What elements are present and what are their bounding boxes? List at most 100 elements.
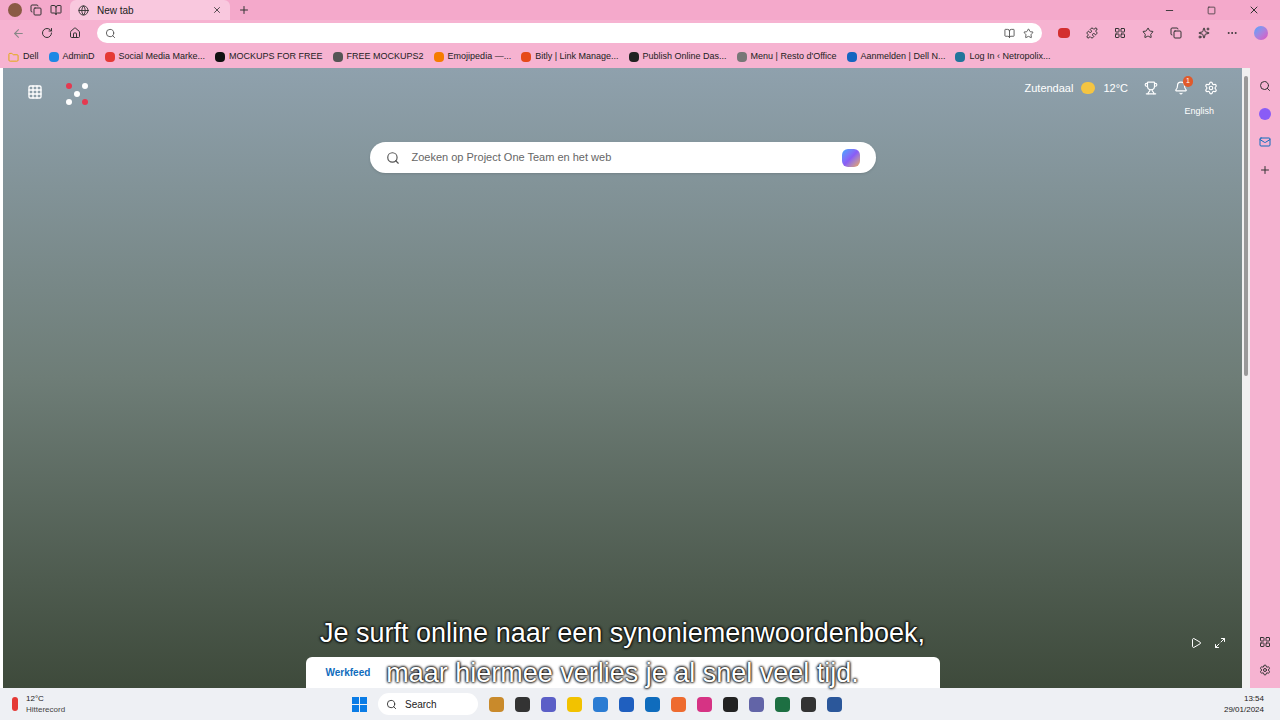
bookmark[interactable]: Menu | Resto d'Office: [737, 50, 837, 64]
taskbar: 12°CHitterecord Search 13:5429/01/2024: [0, 688, 1280, 720]
favorites-icon[interactable]: [1142, 27, 1154, 39]
close-tab-icon[interactable]: [212, 5, 222, 15]
app-icon[interactable]: [515, 697, 530, 712]
favicon-icon: [737, 52, 747, 62]
address-bar[interactable]: [97, 23, 1042, 43]
bookmark[interactable]: Bitly | Link Manage...: [521, 50, 618, 64]
app-icon[interactable]: [697, 697, 712, 712]
menu-icon[interactable]: [1226, 27, 1238, 39]
favicon-icon: [955, 52, 965, 62]
maximize-icon[interactable]: [1207, 6, 1216, 15]
copilot-icon[interactable]: [1259, 108, 1271, 120]
app-icon[interactable]: [489, 697, 504, 712]
performance-icon[interactable]: [1198, 27, 1210, 39]
app-icon[interactable]: [593, 697, 608, 712]
copilot-icon[interactable]: [1254, 26, 1268, 40]
weather[interactable]: Zutendaal12°C: [1024, 80, 1128, 97]
bookmark[interactable]: Publish Online Das...: [629, 50, 727, 64]
workspaces-icon[interactable]: [30, 4, 42, 16]
bookmarks-bar: Dell AdminD Social Media Marke... MOCKUPS F…: [0, 46, 1280, 68]
scrollbar[interactable]: [1242, 68, 1250, 688]
close-window-icon[interactable]: [1248, 4, 1260, 16]
reader-icon[interactable]: [1004, 28, 1015, 39]
settings-icon[interactable]: [1204, 81, 1218, 95]
play-icon[interactable]: [1190, 637, 1202, 649]
folder-icon: [8, 52, 19, 63]
collections-icon[interactable]: [1170, 27, 1182, 39]
favicon-icon: [847, 52, 857, 62]
app-icon[interactable]: [723, 697, 738, 712]
profile-icon[interactable]: [8, 3, 22, 17]
tab-favicon-icon: [78, 5, 89, 16]
top-bar: Zutendaal12°C 1 English: [3, 68, 1242, 118]
apps-icon[interactable]: [27, 84, 43, 100]
add-icon[interactable]: [1259, 164, 1271, 176]
app-icon[interactable]: [567, 697, 582, 712]
settings-icon[interactable]: [1259, 664, 1271, 676]
search-icon[interactable]: [1259, 80, 1271, 92]
app-icon[interactable]: [749, 697, 764, 712]
subtitle-line: maar hiermee verlies je al snel veel tij…: [386, 653, 859, 693]
favicon-icon: [333, 52, 343, 62]
minimize-icon[interactable]: [1164, 5, 1175, 16]
new-tab-icon[interactable]: [238, 4, 250, 16]
search-box[interactable]: Zoeken op Project One Team en het web: [370, 142, 876, 173]
hide-sidebar-icon[interactable]: [1259, 636, 1271, 648]
favicon-icon: [105, 52, 115, 62]
app-icon[interactable]: [645, 697, 660, 712]
rewards-icon[interactable]: [1144, 81, 1158, 95]
sidebar: [1250, 68, 1280, 688]
thermometer-icon: [12, 697, 18, 711]
bookmark[interactable]: MOCKUPS FOR FREE: [215, 50, 323, 64]
bookmark[interactable]: FREE MOCKUPS2: [333, 50, 424, 64]
copilot-icon[interactable]: [842, 149, 860, 167]
taskbar-weather[interactable]: 12°CHitterecord: [12, 693, 352, 715]
favicon-icon: [629, 52, 639, 62]
taskbar-search[interactable]: Search: [378, 693, 478, 715]
expand-icon[interactable]: [1214, 637, 1226, 649]
bookmark[interactable]: Dell: [8, 50, 39, 64]
feed-tab[interactable]: Werkfeed: [326, 665, 371, 680]
screen: New tab Dell AdminD Social Media Marke... MO…: [0, 0, 1280, 720]
extensions-icon[interactable]: [1086, 27, 1098, 39]
app-icon[interactable]: [671, 697, 686, 712]
split-icon[interactable]: [1114, 27, 1126, 39]
bookmark[interactable]: Log In ‹ Netropolix...: [955, 50, 1050, 64]
browser-tab[interactable]: New tab: [70, 0, 230, 20]
home-icon[interactable]: [69, 27, 81, 39]
bookmark[interactable]: AdminD: [49, 50, 95, 64]
tab-strip: New tab: [0, 0, 1280, 20]
search-icon: [105, 28, 116, 39]
favicon-icon: [521, 52, 531, 62]
favorite-icon[interactable]: [1023, 28, 1034, 39]
app-icon[interactable]: [541, 697, 556, 712]
main: Zutendaal12°C 1 English Zoeken op Project O…: [0, 68, 1280, 688]
refresh-icon[interactable]: [41, 27, 53, 39]
extension-icon[interactable]: [1058, 28, 1070, 38]
start-icon[interactable]: [352, 697, 367, 712]
app-icon[interactable]: [801, 697, 816, 712]
app-icon[interactable]: [619, 697, 634, 712]
toolbar: [0, 20, 1280, 46]
notification-badge: 1: [1183, 76, 1193, 87]
search-icon: [386, 151, 400, 165]
weather-icon: [1081, 82, 1095, 94]
clock[interactable]: 13:5429/01/2024: [1224, 693, 1268, 715]
subtitles: Je surft online naar een synoniemenwoord…: [3, 613, 1242, 693]
language-link[interactable]: English: [1184, 105, 1218, 119]
favicon-icon: [215, 52, 225, 62]
bookmark[interactable]: Social Media Marke...: [105, 50, 206, 64]
logo-icon: [63, 80, 91, 108]
app-icon[interactable]: [827, 697, 842, 712]
bookmark[interactable]: Aanmelden | Dell N...: [847, 50, 946, 64]
favicon-icon: [434, 52, 444, 62]
search-icon: [386, 699, 397, 710]
favicon-icon: [49, 52, 59, 62]
tab-actions-icon[interactable]: [50, 4, 62, 16]
back-icon[interactable]: [12, 27, 25, 40]
new-tab-page: Zutendaal12°C 1 English Zoeken op Project O…: [3, 68, 1242, 688]
subtitle-line: Je surft online naar een synoniemenwoord…: [320, 613, 925, 653]
outlook-icon[interactable]: [1259, 136, 1271, 148]
app-icon[interactable]: [775, 697, 790, 712]
bookmark[interactable]: Emojipedia —...: [434, 50, 512, 64]
